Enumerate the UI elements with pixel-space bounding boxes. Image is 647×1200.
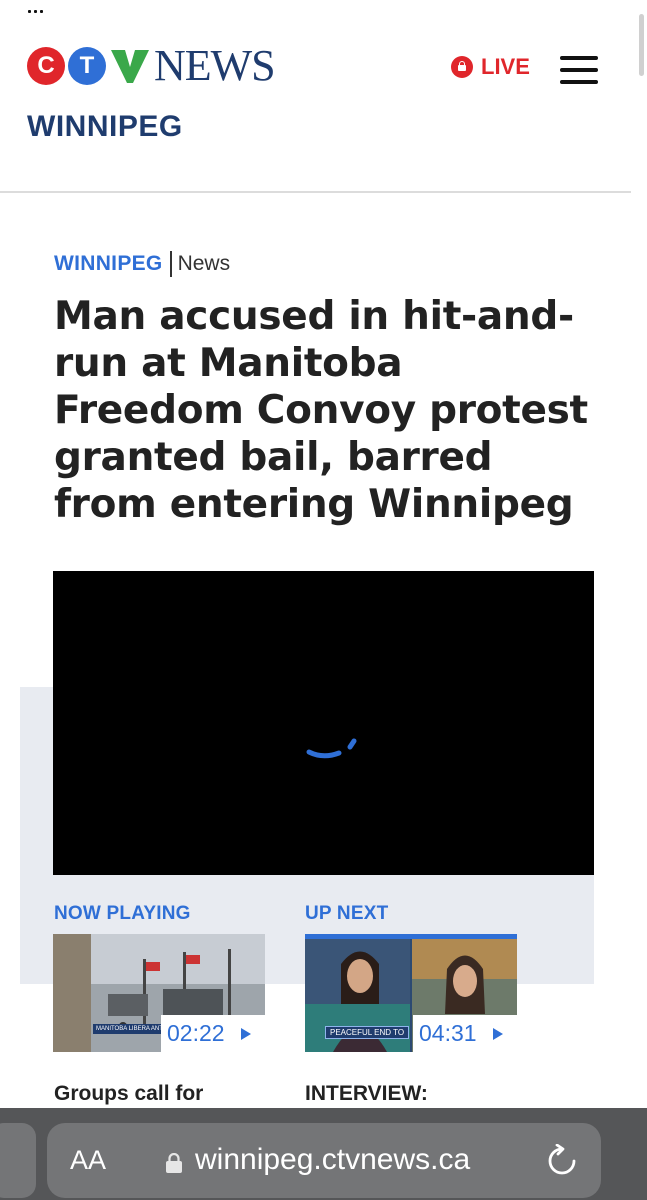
now-playing-label: NOW PLAYING <box>54 903 191 924</box>
reload-icon[interactable] <box>545 1144 579 1178</box>
up-next-label: UP NEXT <box>305 903 389 924</box>
video-player[interactable] <box>53 571 594 875</box>
breadcrumb-region-link[interactable]: WINNIPEG <box>54 252 163 276</box>
live-button[interactable]: LIVE <box>451 52 530 82</box>
play-triangle-icon <box>492 1027 503 1040</box>
scroll-indicator[interactable] <box>639 14 644 76</box>
loading-spinner-icon <box>306 738 357 759</box>
url-text[interactable]: winnipeg.ctvnews.ca <box>195 1143 470 1177</box>
logo-wordmark: NEWS <box>154 41 276 90</box>
now-playing-duration: 02:22 <box>161 1015 265 1052</box>
up-next-duration-text: 04:31 <box>419 1020 477 1046</box>
hamburger-menu-icon[interactable] <box>560 55 598 85</box>
up-next-duration: 04:31 <box>413 1015 517 1052</box>
logo-letter-t: T <box>68 47 106 85</box>
region-title[interactable]: WINNIPEG <box>27 110 183 144</box>
up-next-title[interactable]: INTERVIEW: <box>305 1082 428 1106</box>
text-size-label: AA <box>70 1145 107 1175</box>
now-playing-thumbnail[interactable]: MANITOBA LIBERA ANTI-MANDATE PR 02:22 <box>53 934 265 1052</box>
lock-circle-icon <box>451 56 473 78</box>
now-playing-title[interactable]: Groups call for <box>54 1082 203 1106</box>
padlock-icon <box>166 1153 182 1173</box>
play-triangle-icon <box>240 1027 251 1040</box>
site-header: C T NEWS WINNIPEG LIVE <box>0 0 631 193</box>
article-headline: Man accused in hit-and-run at Manitoba F… <box>54 294 588 527</box>
logo-letter-v-icon <box>111 50 149 83</box>
up-next-thumbnail[interactable]: PEACEFUL END TO 04:31 <box>305 934 517 1052</box>
up-next-lower-third: PEACEFUL END TO <box>325 1026 410 1039</box>
now-playing-duration-text: 02:22 <box>167 1020 225 1046</box>
breadcrumb: WINNIPEG News <box>54 251 230 277</box>
breadcrumb-divider <box>169 251 172 277</box>
ctv-news-logo[interactable]: C T NEWS <box>27 41 276 90</box>
breadcrumb-section-link[interactable]: News <box>178 252 231 276</box>
logo-letter-c: C <box>27 47 65 85</box>
text-size-button[interactable]: AA <box>70 1145 106 1176</box>
previous-tab-pill[interactable] <box>0 1123 36 1198</box>
live-label: LIVE <box>481 54 530 79</box>
